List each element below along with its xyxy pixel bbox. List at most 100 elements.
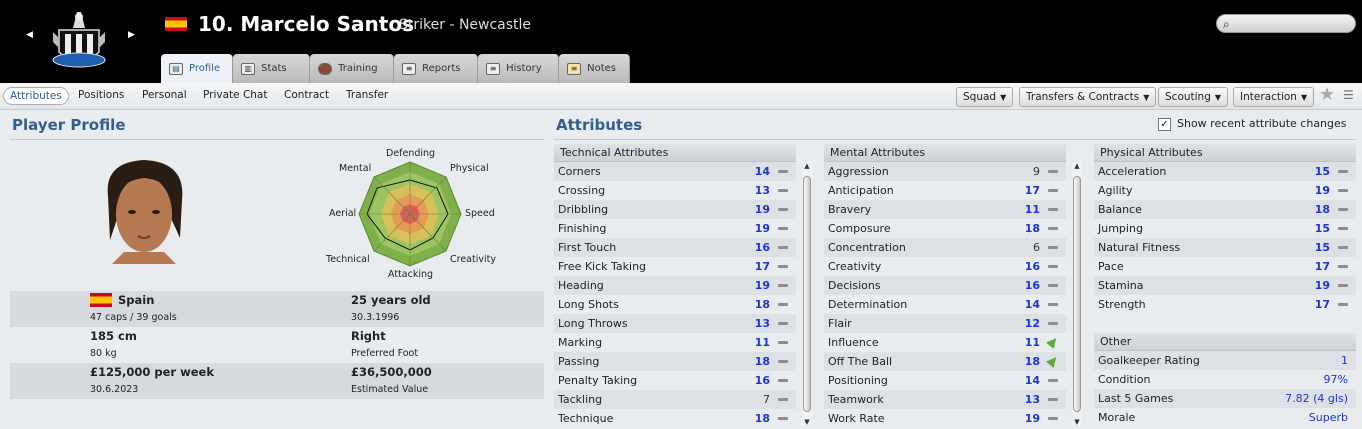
attribute-value: 17	[754, 260, 770, 273]
physical-attribute-row: Natural Fitness 15	[1094, 238, 1356, 257]
squad-menu[interactable]: Squad ▼	[956, 87, 1014, 107]
player-age: 25 years old	[351, 293, 431, 307]
subnav-private-chat[interactable]: Private Chat	[203, 89, 267, 101]
mental-attribute-row: Off The Ball 18	[824, 352, 1066, 371]
trend-flat-icon	[1338, 208, 1348, 211]
tab-reports[interactable]: ≡ Reports	[394, 54, 479, 83]
attribute-name: Stamina	[1098, 279, 1144, 292]
divider	[554, 139, 1356, 140]
player-wage: £125,000 per week	[90, 365, 214, 379]
scroll-down-icon[interactable]: ▼	[802, 418, 812, 426]
radar-label-defending: Defending	[386, 148, 436, 159]
scroll-down-icon[interactable]: ▼	[1072, 418, 1082, 426]
technical-attribute-row: Long Throws 13	[554, 314, 796, 333]
scouting-menu[interactable]: Scouting ▼	[1158, 87, 1229, 107]
transfers-contracts-menu[interactable]: Transfers & Contracts ▼	[1019, 87, 1157, 107]
attribute-value: 6	[1033, 241, 1040, 254]
search-input[interactable]: ⌕	[1216, 14, 1356, 33]
trend-flat-icon	[1048, 208, 1058, 211]
player-weight: 80 kg	[90, 348, 117, 359]
attribute-name: Teamwork	[828, 393, 884, 406]
subnav-transfer[interactable]: Transfer	[346, 89, 388, 101]
scroll-up-icon[interactable]: ▲	[1072, 162, 1082, 170]
scroll-thumb[interactable]	[1073, 176, 1081, 412]
interaction-menu[interactable]: Interaction ▼	[1233, 87, 1315, 107]
spain-flag-icon	[165, 17, 187, 31]
attribute-name: Off The Ball	[828, 355, 893, 368]
attribute-name: Technique	[558, 412, 614, 425]
tab-label: Profile	[189, 63, 221, 74]
attribute-name: Work Rate	[828, 412, 885, 425]
trend-flat-icon	[778, 208, 788, 211]
tab-label: Reports	[422, 63, 461, 74]
mental-attribute-row: Bravery 11	[824, 200, 1066, 219]
attribute-name: Bravery	[828, 203, 872, 216]
tab-training[interactable]: Training	[310, 54, 395, 83]
attribute-value: 14	[1024, 374, 1040, 387]
trend-flat-icon	[778, 246, 788, 249]
attribute-name: Composure	[828, 222, 891, 235]
attribute-value: 12	[1024, 317, 1040, 330]
trend-flat-icon	[1338, 246, 1348, 249]
radar-label-speed: Speed	[465, 208, 495, 219]
attribute-value: 15	[1314, 222, 1330, 235]
training-icon	[318, 62, 333, 75]
attribute-name: Last 5 Games	[1098, 392, 1174, 405]
player-profile-title: Player Profile	[12, 116, 126, 134]
technical-scrollbar[interactable]: ▲ ▼	[802, 162, 812, 426]
technical-attributes-header: Technical Attributes	[554, 144, 796, 162]
attribute-name: Creativity	[828, 260, 882, 273]
trend-flat-icon	[778, 265, 788, 268]
attribute-name: Acceleration	[1098, 165, 1167, 178]
mental-scrollbar[interactable]: ▲ ▼	[1072, 162, 1082, 426]
spain-flag-icon	[90, 293, 112, 307]
player-height: 185 cm	[90, 329, 137, 343]
scroll-up-icon[interactable]: ▲	[802, 162, 812, 170]
previous-arrow-icon[interactable]: ◀	[26, 30, 33, 40]
attribute-name: Condition	[1098, 373, 1151, 386]
attribute-name: Aggression	[828, 165, 889, 178]
scroll-thumb[interactable]	[803, 176, 811, 412]
tab-label: History	[506, 63, 542, 74]
next-arrow-icon[interactable]: ▶	[128, 30, 135, 40]
attribute-name: Dribbling	[558, 203, 609, 216]
attribute-name: Penalty Taking	[558, 374, 638, 387]
attribute-value: 19	[754, 203, 770, 216]
profile-icon: ▤	[169, 62, 183, 75]
notes-icon: ≡	[567, 62, 582, 75]
trend-flat-icon	[778, 189, 788, 192]
star-icon[interactable]: ★	[1319, 84, 1335, 105]
trend-flat-icon	[1338, 265, 1348, 268]
physical-attribute-row: Pace 17	[1094, 257, 1356, 276]
mental-attribute-row: Flair 12	[824, 314, 1066, 333]
radar-label-technical: Technical	[326, 254, 370, 265]
trend-up-icon	[1045, 353, 1061, 369]
subnav-contract[interactable]: Contract	[284, 89, 329, 101]
attribute-value: 7	[763, 393, 770, 406]
subnav-attributes[interactable]: Attributes	[3, 87, 69, 105]
radar-label-creativity: Creativity	[450, 254, 496, 265]
attribute-value: 18	[754, 355, 770, 368]
tab-history[interactable]: ≡ History	[478, 54, 560, 83]
add-to-list-icon[interactable]: ☰	[1343, 88, 1354, 102]
trend-flat-icon	[1048, 189, 1058, 192]
trend-flat-icon	[1048, 170, 1058, 173]
preferred-foot-label: Preferred Foot	[351, 348, 419, 359]
attribute-radar-chart	[358, 161, 462, 267]
attribute-name: Flair	[828, 317, 852, 330]
tab-profile[interactable]: ▤ Profile	[161, 54, 234, 83]
tab-label: Stats	[261, 63, 287, 74]
attribute-name: Anticipation	[828, 184, 894, 197]
attribute-name: Free Kick Taking	[558, 260, 647, 273]
tab-notes[interactable]: ≡ Notes	[559, 54, 631, 83]
radar-label-attacking: Attacking	[388, 269, 434, 280]
radar-label-aerial: Aerial	[329, 208, 357, 219]
other-attribute-row: Goalkeeper Rating 1	[1094, 351, 1356, 370]
reports-icon: ≡	[402, 62, 417, 75]
subnav-personal[interactable]: Personal	[142, 89, 187, 101]
tab-stats[interactable]: ▥ Stats	[233, 54, 311, 83]
physical-attribute-row: Balance 18	[1094, 200, 1356, 219]
mental-attribute-row: Creativity 16	[824, 257, 1066, 276]
subnav-positions[interactable]: Positions	[78, 89, 124, 101]
show-changes-checkbox[interactable]: ✓	[1158, 118, 1171, 131]
